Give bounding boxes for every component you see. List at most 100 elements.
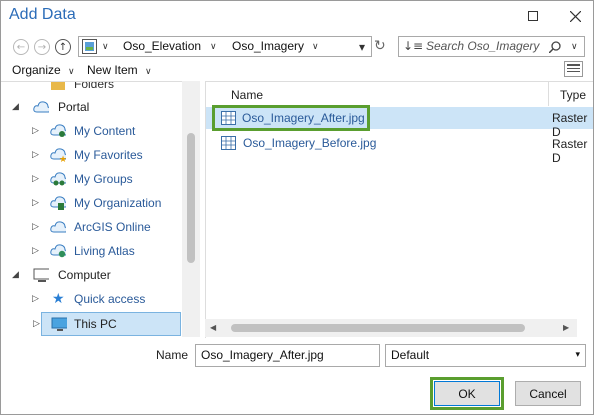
column-header-name[interactable]: Name [231, 88, 263, 102]
tree-item-label: My Groups [74, 172, 133, 186]
my-content-icon [50, 124, 66, 137]
maximize-icon [528, 11, 538, 21]
tree-item-portal[interactable]: ◢ Portal [1, 96, 200, 120]
add-data-dialog: Add Data ← → ↑ ∨ Oso_Elevation ∨ Oso_Ima… [0, 0, 594, 415]
collapsed-arrow-icon[interactable]: ▷ [32, 245, 39, 256]
file-horizontal-scrollbar[interactable]: ◀ ▶ [205, 319, 577, 337]
column-header-type[interactable]: Type [560, 88, 586, 102]
expanded-arrow-icon[interactable]: ◢ [12, 101, 19, 112]
svg-text:★: ★ [59, 154, 66, 163]
breadcrumb-segment[interactable]: Oso_Elevation [123, 39, 201, 53]
chevron-down-icon[interactable]: ∨ [102, 42, 109, 52]
navigation-tree: Folders ◢ Portal ▷ My Content ▷ ★ My Fav [1, 81, 200, 338]
collapsed-arrow-icon[interactable]: ▷ [32, 221, 39, 232]
up-button[interactable]: ↑ [55, 39, 71, 55]
column-divider[interactable] [548, 82, 549, 106]
address-bar[interactable]: ∨ Oso_Elevation ∨ Oso_Imagery ∨ ▾ [78, 36, 372, 57]
forward-arrow-icon: → [37, 41, 47, 53]
expanded-arrow-icon[interactable]: ◢ [12, 269, 19, 280]
chevron-down-icon[interactable]: ∨ [571, 42, 578, 52]
file-name: Oso_Imagery_After.jpg [242, 111, 365, 125]
scrollbar-thumb[interactable] [187, 133, 195, 263]
scroll-right-icon[interactable]: ▶ [563, 323, 569, 332]
file-name: Oso_Imagery_Before.jpg [243, 136, 377, 150]
up-arrow-icon: ↑ [58, 41, 68, 53]
tree-item-label: Computer [58, 268, 111, 282]
file-type: Raster D [552, 111, 588, 139]
close-icon [569, 10, 581, 22]
tree-item-this-pc[interactable]: ▷ This PC [33, 312, 181, 336]
forward-button[interactable]: → [34, 39, 50, 55]
maximize-button[interactable] [515, 1, 551, 31]
back-arrow-icon: ← [16, 41, 26, 53]
back-button[interactable]: ← [13, 39, 29, 55]
file-list: Name Type Oso_Imagery_After.jpg Raster D… [205, 81, 593, 338]
new-item-menu[interactable]: New Item ∨ [87, 63, 152, 77]
my-favorites-icon: ★ [50, 148, 66, 163]
folder-icon [51, 82, 65, 90]
sort-icon[interactable]: ↓≡ [403, 39, 423, 53]
chevron-down-icon[interactable]: ∨ [312, 42, 319, 52]
scroll-left-icon[interactable]: ◀ [210, 323, 216, 332]
collapsed-arrow-icon[interactable]: ▷ [32, 149, 39, 160]
raster-file-icon [221, 111, 236, 125]
tree-item-label: My Content [74, 124, 136, 138]
tree-item-living-atlas[interactable]: ▷ Living Atlas [1, 240, 200, 264]
filter-dropdown[interactable]: Default ▾ [385, 344, 586, 367]
collapsed-arrow-icon[interactable]: ▷ [32, 293, 39, 304]
organize-menu[interactable]: Organize ∨ [12, 63, 75, 77]
folder-location-icon [82, 39, 97, 54]
living-atlas-icon [50, 244, 66, 258]
organize-label: Organize [12, 63, 61, 77]
dialog-title: Add Data [9, 6, 76, 23]
collapsed-arrow-icon[interactable]: ▷ [33, 318, 40, 329]
chevron-down-icon: ∨ [145, 66, 152, 76]
tree-item-computer[interactable]: ◢ Computer [1, 264, 200, 288]
breadcrumb-segment[interactable]: Oso_Imagery [232, 39, 304, 53]
chevron-down-icon[interactable]: ∨ [210, 42, 217, 52]
tree-item-quick-access[interactable]: ▷ ★ Quick access [1, 288, 200, 312]
file-row[interactable]: Oso_Imagery_Before.jpg [221, 133, 421, 157]
collapsed-arrow-icon[interactable]: ▷ [32, 173, 39, 184]
my-groups-icon [50, 172, 66, 186]
ok-button[interactable]: OK [434, 381, 500, 406]
file-row[interactable]: Oso_Imagery_After.jpg [212, 105, 370, 131]
tree-item-my-favorites[interactable]: ▷ ★ My Favorites [1, 144, 200, 168]
tree-item-label: Folders [74, 81, 115, 91]
filter-value: Default [391, 348, 430, 362]
tree-item-my-groups[interactable]: ▷ My Groups [1, 168, 200, 192]
refresh-icon[interactable]: ↻ [374, 38, 386, 54]
details-view-icon [567, 64, 580, 72]
tree-item-my-content[interactable]: ▷ My Content [1, 120, 200, 144]
close-button[interactable] [557, 1, 593, 31]
arcgis-online-icon [50, 221, 66, 233]
address-dropdown-icon[interactable]: ▾ [359, 40, 365, 54]
tree-item-label: My Organization [74, 196, 162, 210]
star-icon: ★ [52, 290, 65, 306]
tree-item-label: My Favorites [74, 148, 143, 162]
collapsed-arrow-icon[interactable]: ▷ [32, 125, 39, 136]
view-options-button[interactable] [564, 61, 583, 77]
scrollbar-thumb[interactable] [231, 324, 525, 332]
search-icon[interactable] [549, 41, 561, 53]
tree-item-arcgis-online[interactable]: ▷ ArcGIS Online [1, 216, 200, 240]
tree-item-label: Portal [58, 100, 90, 114]
portal-cloud-icon [33, 101, 49, 113]
tree-item-label: Living Atlas [74, 244, 135, 258]
tree-item-label: This PC [74, 317, 117, 331]
cancel-button[interactable]: Cancel [515, 381, 581, 406]
tree-item-my-organization[interactable]: ▷ My Organization [1, 192, 200, 216]
search-box[interactable]: ↓≡ Search Oso_Imagery ∨ [398, 36, 585, 57]
monitor-icon [51, 317, 67, 331]
file-type: Raster D [552, 137, 588, 165]
raster-file-icon [221, 136, 236, 150]
name-field[interactable]: Oso_Imagery_After.jpg [195, 344, 380, 367]
tree-item-label: Quick access [74, 292, 146, 306]
tree-vertical-scrollbar[interactable] [182, 81, 200, 337]
tree-item-folders[interactable]: Folders [1, 81, 200, 97]
collapsed-arrow-icon[interactable]: ▷ [32, 197, 39, 208]
search-input[interactable]: Search Oso_Imagery [426, 39, 539, 53]
my-organization-icon [50, 196, 66, 210]
name-label: Name [156, 348, 189, 362]
dropdown-arrow-icon: ▾ [575, 349, 580, 359]
